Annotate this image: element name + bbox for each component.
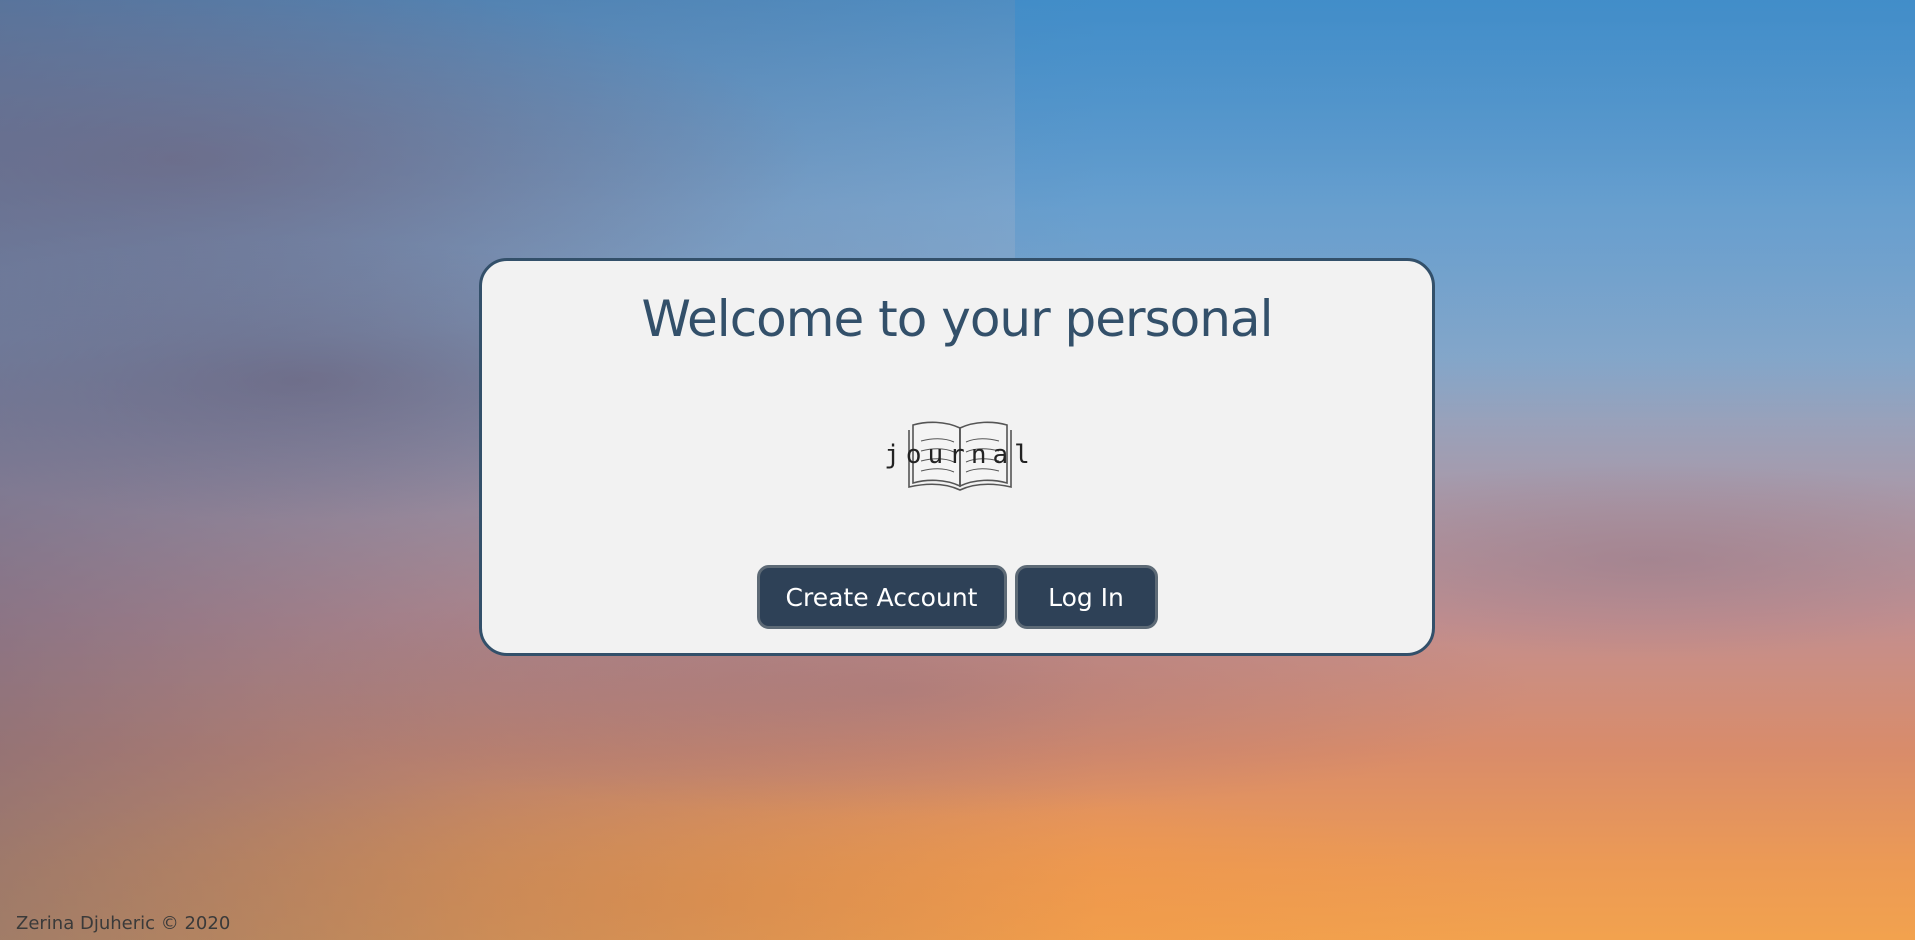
journal-logo: journal	[884, 421, 1036, 491]
log-in-button[interactable]: Log In	[1014, 565, 1158, 629]
create-account-button[interactable]: Create Account	[756, 565, 1007, 629]
footer-copyright: Zerina Djuheric © 2020	[16, 913, 231, 934]
welcome-card: Welcome to your personal journal Create …	[479, 258, 1435, 656]
welcome-heading: Welcome to your personal	[641, 290, 1274, 348]
auth-actions: Create Account Log In	[482, 565, 1432, 629]
logo-wordmark: journal	[884, 440, 1036, 470]
